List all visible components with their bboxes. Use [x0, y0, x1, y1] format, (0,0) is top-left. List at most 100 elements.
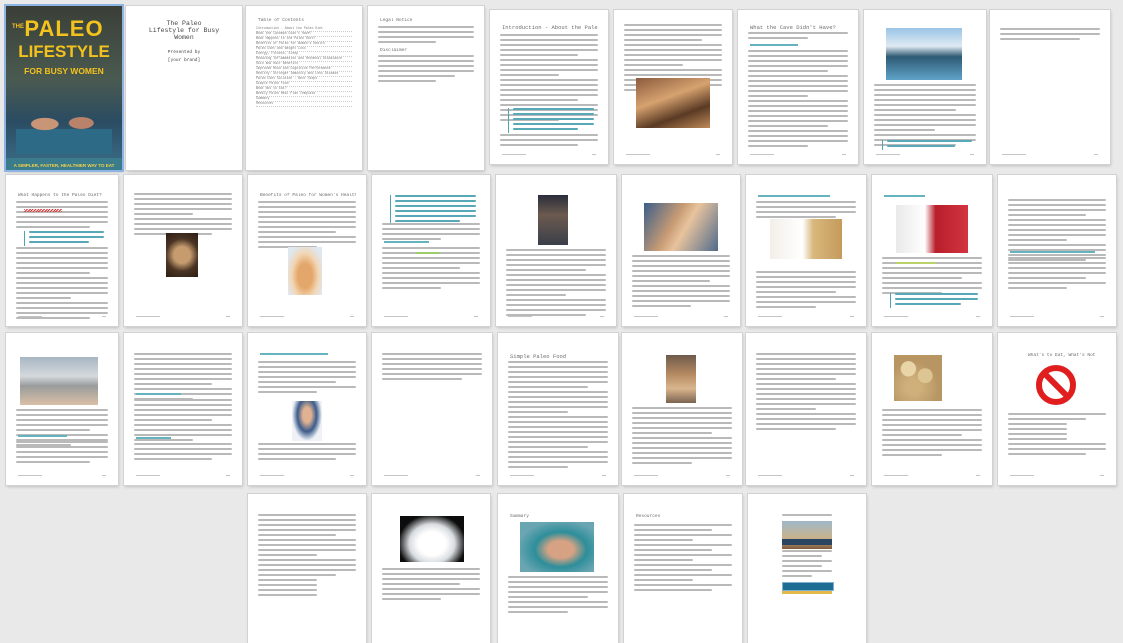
page-thumbnail-29[interactable] — [372, 494, 490, 643]
page-text — [634, 524, 732, 594]
page-heading: Resources — [636, 514, 661, 519]
page-text — [756, 201, 856, 221]
pull-quote — [390, 195, 476, 225]
page-subheading — [136, 393, 181, 395]
page-thumbnail-11[interactable] — [124, 175, 242, 326]
page-text — [748, 32, 848, 42]
promo-cta-strip — [782, 591, 832, 594]
page-text — [782, 550, 832, 580]
page-thumbnail-21[interactable] — [248, 333, 366, 485]
spellcheck-underline — [24, 209, 62, 212]
page-footer — [260, 316, 354, 317]
page-footer — [876, 154, 974, 155]
page-footer — [1010, 475, 1104, 476]
page-text — [382, 568, 480, 603]
page-thumbnail-13[interactable] — [372, 175, 490, 326]
page-text — [258, 201, 356, 251]
page-text — [508, 576, 608, 616]
page-photo — [666, 355, 696, 403]
page-text — [1000, 28, 1100, 43]
title-page-author: [your brand] — [167, 58, 201, 63]
page-thumbnail-25[interactable] — [746, 333, 866, 485]
page-thumbnail-6[interactable] — [614, 10, 732, 164]
page-thumbnail-7[interactable]: What the Cave Didn't Have? — [738, 10, 858, 164]
page-thumbnail-9[interactable] — [990, 10, 1110, 164]
page-text — [258, 361, 356, 396]
page-thumbnail-32[interactable] — [748, 494, 866, 643]
page-thumbnail-10[interactable]: What Happens to the Paleo Diet? — [6, 175, 118, 326]
page-text — [134, 443, 232, 463]
page-photo — [520, 522, 594, 572]
page-thumbnail-grid: THE PALEO LIFESTYLE FOR BUSY WOMEN A SIM… — [0, 0, 1123, 643]
promo-cta-button — [782, 582, 834, 591]
page-footer — [18, 316, 106, 317]
page-thumbnail-8[interactable] — [864, 10, 986, 164]
page-text — [16, 247, 108, 322]
page-text — [134, 353, 232, 403]
page-subheading — [260, 353, 329, 355]
page-text — [756, 353, 856, 433]
page-photo — [166, 233, 198, 277]
page-subheading: Disclaimer — [380, 48, 408, 53]
page-thumbnail-15[interactable] — [622, 175, 740, 326]
page-thumbnail-31[interactable]: Resources — [624, 494, 742, 643]
page-text — [16, 201, 108, 231]
page-subheading — [1010, 251, 1095, 253]
page-thumbnail-28[interactable] — [248, 494, 366, 643]
page-text — [1008, 413, 1106, 458]
page-thumbnail-cover[interactable]: THE PALEO LIFESTYLE FOR BUSY WOMEN A SIM… — [6, 6, 122, 170]
page-photo — [894, 355, 942, 401]
page-photo — [538, 195, 568, 245]
page-photo — [896, 205, 968, 253]
page-text — [378, 55, 474, 85]
page-text — [782, 514, 832, 519]
page-footer — [1002, 154, 1098, 155]
prohibited-sign-icon — [1036, 365, 1076, 405]
page-thumbnail-16[interactable] — [746, 175, 866, 326]
cover-title-lifestyle: LIFESTYLE — [18, 42, 110, 61]
page-text — [258, 514, 356, 599]
page-heading: What's to Eat, What's Not — [1028, 353, 1096, 358]
page-heading: What Happens to the Paleo Diet? — [18, 193, 102, 198]
page-photo — [770, 219, 842, 259]
cover-photo — [16, 104, 112, 154]
page-subheading — [884, 195, 925, 197]
page-thumbnail-20[interactable] — [124, 333, 242, 485]
page-thumbnail-title[interactable]: The Paleo Lifestyle for Busy Women Prese… — [126, 6, 242, 170]
page-footer — [384, 475, 480, 476]
page-text — [258, 443, 356, 463]
page-thumbnail-toc[interactable]: Table of Contents Introduction - About t… — [246, 6, 362, 170]
page-footer — [884, 475, 980, 476]
page-thumbnail-14[interactable] — [496, 175, 616, 326]
cover-title-for-busy-women: FOR BUSY WOMEN — [24, 66, 104, 76]
page-text — [382, 353, 482, 383]
page-heading: Simple Paleo Food — [510, 353, 567, 360]
page-footer — [758, 316, 854, 317]
page-thumbnail-18[interactable] — [998, 175, 1116, 326]
cover-tagline: A SIMPLER, FASTER, HEALTHIER WAY TO EAT — [13, 163, 115, 168]
toc-entry: Resources — [256, 101, 352, 107]
page-thumbnail-5[interactable]: Introduction - About the Paleo Diet — [490, 10, 608, 164]
page-thumbnail-19[interactable] — [6, 333, 118, 485]
page-thumbnail-26[interactable] — [872, 333, 992, 485]
title-page-presented-by: Presented by — [167, 50, 201, 55]
page-photo — [886, 28, 962, 80]
page-text — [632, 255, 730, 310]
page-thumbnail-27[interactable]: What's to Eat, What's Not — [998, 333, 1116, 485]
promo-banner-title — [782, 539, 832, 545]
page-thumbnail-24[interactable] — [622, 333, 742, 485]
cover-title-paleo: PALEO — [24, 16, 104, 41]
page-thumbnail-23[interactable]: Simple Paleo Food — [498, 333, 618, 485]
page-text — [508, 361, 608, 471]
page-thumbnail-17[interactable] — [872, 175, 992, 326]
page-text — [500, 134, 598, 149]
page-text — [748, 50, 848, 150]
page-thumbnail-4[interactable]: Legal Notice Disclaimer — [368, 6, 484, 170]
page-thumbnail-12[interactable]: Benefits of Paleo for Women's Health — [248, 175, 366, 326]
page-footer — [384, 316, 478, 317]
page-photo — [636, 78, 710, 128]
page-thumbnail-30[interactable]: Summary — [498, 494, 618, 643]
page-text — [1008, 199, 1106, 264]
page-photo — [292, 401, 322, 441]
page-thumbnail-22[interactable] — [372, 333, 492, 485]
